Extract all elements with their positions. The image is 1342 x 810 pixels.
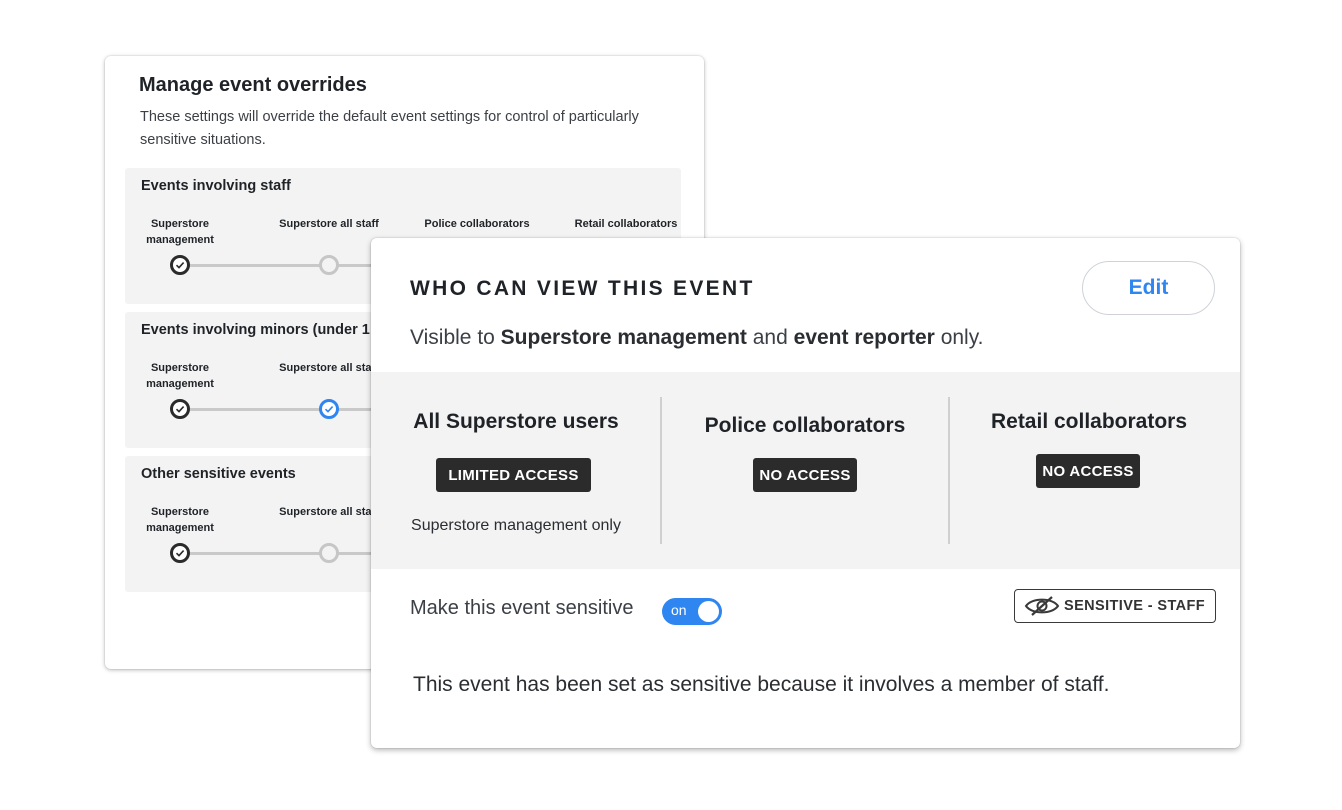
who-can-view-title: WHO CAN VIEW THIS EVENT (410, 277, 755, 300)
eye-slash-icon (1024, 596, 1060, 616)
access-column-police: Police collaborators NO ACCESS (662, 372, 948, 569)
section-title: Events involving staff (141, 178, 291, 194)
access-column-title: All Superstore users (413, 410, 619, 433)
column-label: Superstore management (146, 506, 214, 534)
sensitive-toggle[interactable]: on (662, 598, 722, 625)
check-icon (324, 406, 334, 413)
sensitive-staff-badge: SENSITIVE - STAFF (1014, 589, 1216, 623)
slider-node-management[interactable] (170, 399, 190, 419)
column-label: Superstore management (146, 218, 214, 246)
access-column-title: Police collaborators (704, 414, 906, 437)
edit-button[interactable]: Edit (1082, 261, 1215, 315)
access-column-superstore: All Superstore users LIMITED ACCESS Supe… (371, 372, 661, 569)
access-column-retail: Retail collaborators NO ACCESS (950, 372, 1228, 569)
access-panel: All Superstore users LIMITED ACCESS Supe… (371, 372, 1240, 569)
column-label: Police collaborators (424, 218, 530, 230)
overrides-title: Manage event overrides (139, 74, 367, 96)
slider-node-all-staff[interactable] (319, 543, 339, 563)
make-sensitive-label: Make this event sensitive (410, 597, 634, 619)
section-title: Events involving minors (under 1 (141, 322, 370, 338)
column-label: Superstore all staff (279, 218, 379, 230)
check-icon (175, 406, 185, 413)
check-icon (175, 550, 185, 557)
slider-node-management[interactable] (170, 255, 190, 275)
visibility-group: Superstore management (500, 326, 747, 349)
slider-node-all-staff[interactable] (319, 399, 339, 419)
slider-node-management[interactable] (170, 543, 190, 563)
column-label: Superstore all staff (279, 362, 379, 374)
toggle-knob (698, 601, 719, 622)
who-can-view-card: WHO CAN VIEW THIS EVENT Edit Visible to … (371, 238, 1240, 748)
access-badge: NO ACCESS (1036, 454, 1140, 488)
column-label: Retail collaborators (574, 218, 678, 230)
access-note: Superstore management only (411, 517, 621, 534)
check-icon (175, 262, 185, 269)
visibility-text: and (746, 326, 794, 349)
visibility-text: Visible to (410, 326, 501, 349)
sensitive-badge-label: SENSITIVE - STAFF (1064, 598, 1206, 614)
sensitive-explanation: This event has been set as sensitive bec… (413, 673, 1110, 696)
column-label: Superstore management (146, 362, 214, 390)
visibility-text: only. (934, 326, 984, 349)
section-title: Other sensitive events (141, 466, 296, 482)
overrides-description: These settings will override the default… (140, 109, 639, 148)
access-badge: NO ACCESS (753, 458, 857, 492)
access-badge: LIMITED ACCESS (436, 458, 591, 492)
slider-node-all-staff[interactable] (319, 255, 339, 275)
column-label: Superstore all staff (279, 506, 379, 518)
toggle-state-label: on (671, 602, 687, 618)
visibility-reporter: event reporter (793, 326, 935, 349)
visibility-summary: Visible to Superstore management and eve… (410, 326, 984, 350)
access-column-title: Retail collaborators (990, 410, 1188, 433)
